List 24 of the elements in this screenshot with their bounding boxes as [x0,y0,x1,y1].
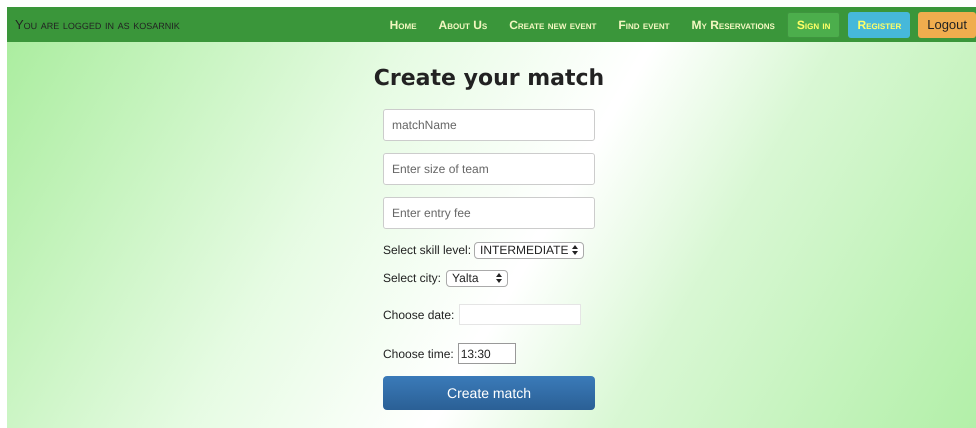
city-label: Select city: [383,270,442,287]
nav-link[interactable]: Home [390,16,417,34]
updown-arrows-icon [572,245,578,255]
form-title: Create your match [372,65,606,93]
nav-link[interactable]: Create new event [509,16,596,34]
create-match-button[interactable]: Create match [383,376,595,410]
skill-select[interactable]: INTERMEDIATE [474,242,584,258]
register-button[interactable]: Register [848,12,910,38]
time-label: Choose time: [383,346,454,362]
date-field[interactable] [459,304,582,325]
text-field[interactable]: matchName [383,109,595,141]
nav-link[interactable]: About Us [438,16,488,34]
time-field[interactable]: 13:30 [458,343,516,364]
nav-link[interactable]: Find event [618,16,670,34]
nav-link[interactable]: My Reservations [692,16,775,34]
text-field[interactable]: Enter size of team [383,153,595,185]
skill-label: Select skill level: [383,242,472,259]
user-status-text: You are logged in as kosarnik [15,16,180,34]
updown-arrows-icon [496,273,502,283]
text-field[interactable]: Enter entry fee [383,197,595,229]
sign-in-button[interactable]: Sign in [786,12,840,38]
city-select[interactable]: Yalta [446,270,508,286]
date-label: Choose date: [383,306,454,324]
logout-button[interactable]: Logout [918,12,976,38]
